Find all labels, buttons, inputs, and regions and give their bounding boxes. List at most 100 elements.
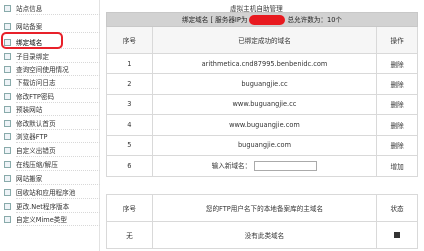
new-domain-row: 6 输入新域名： 增加 [106, 154, 418, 177]
sidebar-item-label: 网站搬家 [16, 175, 43, 184]
ftp-domain-table: 序号 您的FTP用户名下的本地备案库的主域名 状态 无 没有此类域名 [106, 194, 418, 249]
ftp-row-text: 没有此类域名 [151, 221, 378, 249]
table-row: 3 www.buguangjie.cc 删除 [106, 93, 418, 116]
sidebar-item[interactable]: 浏览器FTP [0, 130, 100, 143]
menu-item-icon [4, 132, 11, 140]
menu-item-icon [4, 105, 11, 113]
new-domain-label: 输入新域名： [211, 162, 252, 171]
sidebar-item-label: 更改.Net程序版本 [16, 203, 70, 212]
menu-item-icon [4, 119, 11, 127]
redaction-mark [249, 15, 286, 25]
domain-name: www.buguangjie.com [151, 114, 378, 136]
divider [16, 13, 100, 15]
ftp-row-status [376, 221, 418, 249]
ftp-data-row: 无 没有此类域名 [106, 221, 418, 249]
domain-name: buguangjie.cc [151, 73, 378, 95]
sidebar-item[interactable]: 网站备案 [0, 20, 100, 33]
table-row: 4 www.buguangjie.com 删除 [106, 114, 418, 136]
row-number: 3 [106, 93, 153, 116]
ftp-column-status: 状态 [376, 194, 418, 222]
row-number: 1 [106, 52, 153, 75]
sidebar-item[interactable]: 修改FTP密码 [0, 90, 100, 103]
delete-link[interactable]: 删除 [376, 73, 418, 95]
add-domain-button[interactable]: 增加 [376, 154, 418, 177]
menu-item-icon [4, 65, 11, 73]
sidebar-item[interactable]: 网站搬家 [0, 172, 100, 185]
bound-domains-header: 绑定域名 [ 服务器IP为 总允许数为：10个 [106, 12, 418, 27]
menu-item-icon [4, 174, 11, 182]
header-prefix: 绑定域名 [ 服务器IP为 [182, 16, 248, 24]
sidebar-item[interactable]: 预装网站 [0, 103, 100, 116]
column-header-row: 序号 已绑定成功的域名 操作 [106, 26, 418, 54]
column-header-domain: 已绑定成功的域名 [151, 26, 378, 54]
divider [16, 183, 100, 185]
domain-name: buguangjie.com [151, 134, 378, 156]
menu-item-icon [4, 202, 11, 210]
sidebar-item-label: 下载访问日志 [16, 79, 56, 88]
menu-item-icon [4, 52, 11, 60]
menu-item-icon [4, 160, 11, 168]
sidebar-item[interactable]: 自定义出错页 [0, 144, 100, 157]
table-row: 1 arithmetica.cnd87995.benbenidc.com 删除 [106, 52, 418, 75]
domain-name: arithmetica.cnd87995.benbenidc.com [151, 52, 378, 75]
sidebar-item[interactable]: 更改.Net程序版本 [0, 200, 100, 213]
status-indicator-icon [394, 232, 401, 238]
delete-link[interactable]: 删除 [376, 114, 418, 136]
ftp-column-no: 序号 [106, 194, 153, 222]
ftp-row-no: 无 [106, 221, 153, 249]
header-suffix: 总允许数为：10个 [287, 16, 342, 24]
menu-item-icon [4, 188, 11, 196]
sidebar-item-label: 自定义出错页 [16, 147, 56, 156]
sidebar-item-label: 网站备案 [16, 23, 43, 32]
row-number: 5 [106, 134, 153, 156]
column-header-no: 序号 [106, 26, 153, 54]
menu-item-icon [4, 146, 11, 154]
delete-link[interactable]: 删除 [376, 134, 418, 156]
column-header-op: 操作 [376, 26, 418, 54]
sidebar-item-label: 自定义Mime类型 [16, 216, 67, 225]
menu-item-icon [4, 4, 11, 12]
divider [16, 197, 100, 199]
sidebar-item[interactable]: 自定义Mime类型 [0, 213, 100, 226]
bound-domains-table: 绑定域名 [ 服务器IP为 总允许数为：10个 序号 已绑定成功的域名 操作 1a… [106, 12, 418, 177]
domain-name: www.buguangjie.cc [151, 93, 378, 116]
divider [16, 114, 100, 116]
table-row: 2 buguangjie.cc 删除 [106, 73, 418, 95]
menu-item-icon [4, 78, 11, 86]
menu-item-icon [4, 92, 11, 100]
divider [16, 87, 100, 89]
sidebar-item-label: 浏览器FTP [16, 133, 48, 142]
ftp-column-domain: 您的FTP用户名下的本地备案库的主域名 [151, 194, 378, 222]
sidebar-item-label: 预装网站 [16, 106, 43, 115]
sidebar-item[interactable]: 在线压缩/解压 [0, 158, 100, 171]
sidebar-item-label: 在线压缩/解压 [16, 161, 58, 170]
divider [16, 155, 100, 157]
menu-item-icon [4, 215, 11, 223]
delete-link[interactable]: 删除 [376, 93, 418, 116]
sidebar-item-label: 站点信息 [16, 5, 43, 14]
sidebar-item[interactable]: 子目录绑定 [0, 50, 100, 63]
sidebar-item[interactable]: 修改默认首页 [0, 117, 100, 130]
sidebar-item[interactable]: 回收站和应用程序池 [0, 186, 100, 199]
sidebar-item[interactable]: 下载访问日志 [0, 76, 100, 89]
delete-link[interactable]: 删除 [376, 52, 418, 75]
table-header-bar: 绑定域名 [ 服务器IP为 总允许数为：10个 [106, 12, 418, 27]
sidebar-item-label: 修改默认首页 [16, 120, 56, 129]
new-domain-cell: 输入新域名： [151, 154, 378, 177]
sidebar-item[interactable]: 站点信息 [0, 2, 100, 15]
highlight-annotation [1, 32, 63, 49]
table-row: 5 buguangjie.com 删除 [106, 134, 418, 156]
row-number: 2 [106, 73, 153, 95]
divider [16, 224, 100, 226]
sidebar-item[interactable]: 查询空间使用情况 [0, 63, 100, 76]
menu-item-icon [4, 22, 11, 30]
ftp-header-row: 序号 您的FTP用户名下的本地备案库的主域名 状态 [106, 194, 418, 222]
new-domain-input[interactable] [254, 161, 318, 172]
row-number: 6 [106, 154, 153, 177]
divider [16, 169, 100, 171]
sidebar-item-label: 回收站和应用程序池 [16, 189, 76, 198]
divider [16, 141, 100, 143]
sidebar-item-label: 子目录绑定 [16, 53, 49, 62]
row-number: 4 [106, 114, 153, 136]
sidebar-item-label: 查询空间使用情况 [16, 66, 69, 75]
